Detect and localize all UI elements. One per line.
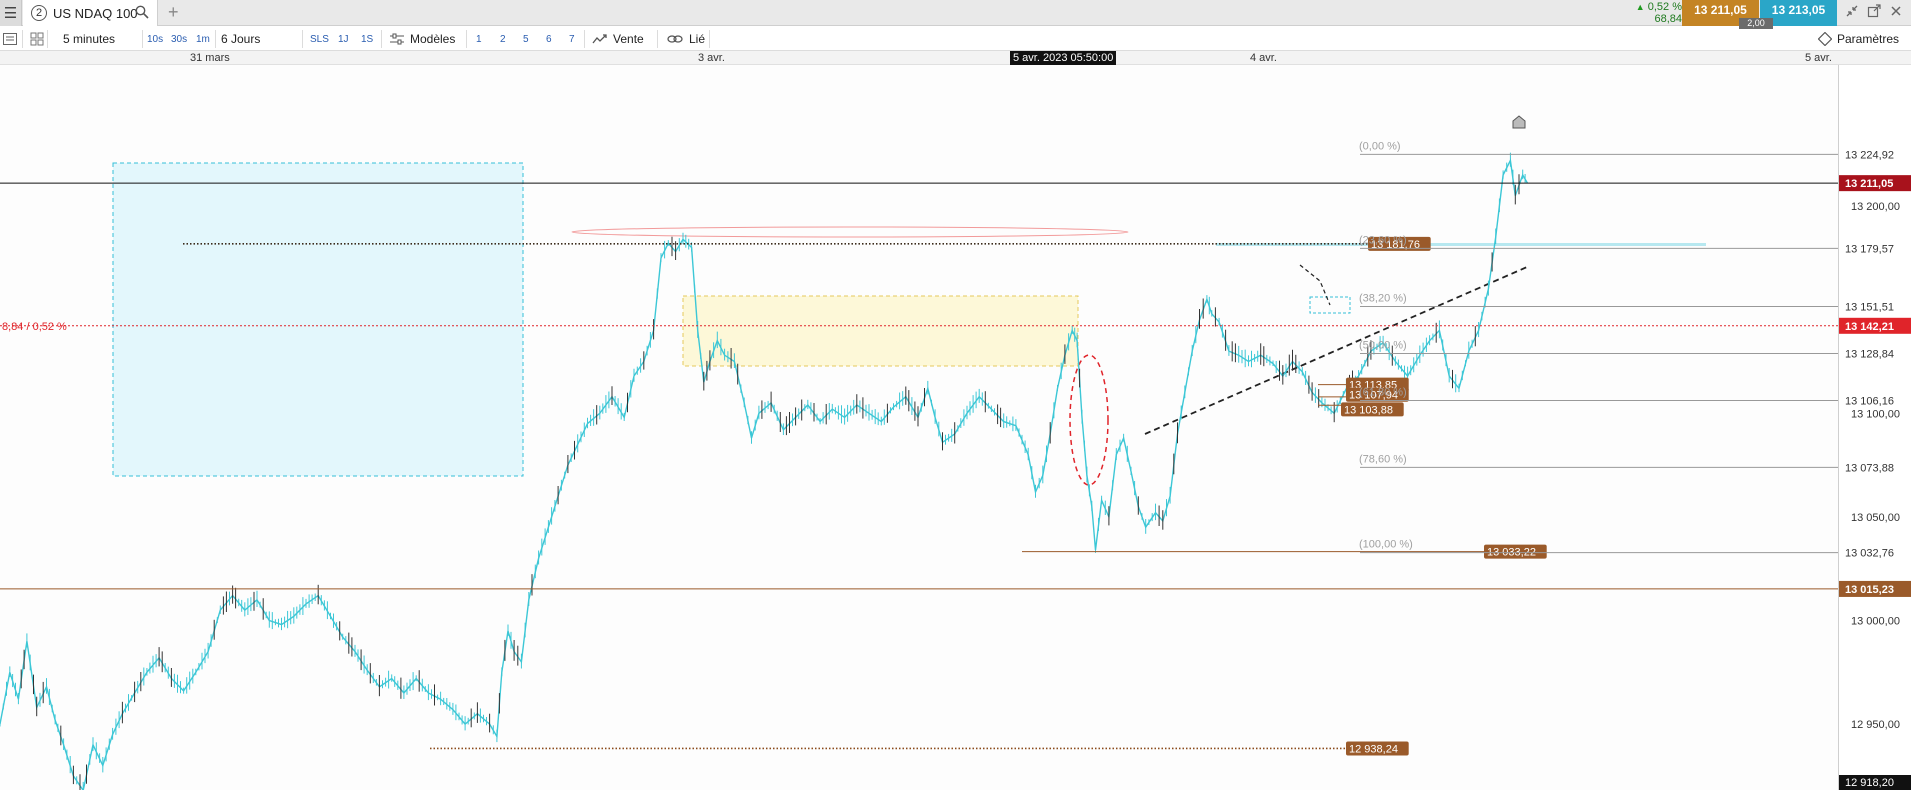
chart-area[interactable]: 8,84 / 0,52 % 13 181,76 13 033,22 12 938,24… [0, 65, 1911, 790]
fib-price-label: 13 128,84 [1845, 349, 1894, 361]
instrument-tab[interactable]: 2 US NDAQ 100 [23, 0, 158, 26]
models-label: Modèles [410, 32, 456, 46]
axis-bottom-label: 12 918,20 [1845, 777, 1894, 789]
linked-button[interactable]: Lié [667, 27, 705, 51]
period-1s[interactable]: 1S [361, 27, 373, 51]
period-sls[interactable]: SLS [310, 27, 329, 51]
model-slot-6[interactable]: 6 [546, 27, 552, 51]
models-button[interactable]: Modèles [390, 27, 455, 51]
tab-number: 2 [31, 5, 47, 21]
model-slot-7[interactable]: 7 [569, 27, 575, 51]
fib-ratio-label: (0,00 %) [1359, 140, 1401, 152]
layout-icon[interactable] [2, 27, 18, 51]
price-chart[interactable]: 8,84 / 0,52 %13 181,7613 033,2212 938,24… [0, 65, 1911, 790]
interval-select[interactable]: 5 minutes [63, 27, 115, 51]
sell-button[interactable]: Vente [592, 27, 644, 51]
top-tab-bar: ☰ 2 US NDAQ 100 + ▲ 0,52 % 68,84 13 211,… [0, 0, 1911, 29]
fib-ratio-label: (50,00 %) [1359, 340, 1407, 352]
up-arrow-icon: ▲ [1635, 2, 1645, 12]
time-label: 4 avr. [1250, 52, 1277, 64]
level-tag-13103: 13 103,88 [1344, 404, 1393, 416]
collapse-icon[interactable] [1845, 4, 1859, 18]
fib-ratio-label: (61,80 %) [1359, 387, 1407, 399]
chart-toolbar: 5 minutes 10s 30s 1m 6 Jours SLS 1J 1S M… [0, 27, 1911, 51]
period-1j[interactable]: 1J [338, 27, 349, 51]
time-label: 5 avr. [1805, 52, 1832, 64]
sell-label: Vente [613, 32, 644, 46]
support-price-tag: 13 015,23 [1845, 584, 1894, 596]
sliders-icon [390, 33, 404, 45]
prev-close-tag: 13 142,21 [1845, 321, 1894, 333]
price-axis-labels: 13 200,00 13 100,00 13 050,00 13 000,00 12 9… [1839, 149, 1911, 790]
fib-ratio-label: (78,60 %) [1359, 453, 1407, 465]
close-icon[interactable] [1889, 4, 1903, 18]
fib-price-label: 13 151,51 [1845, 302, 1894, 314]
fib-price-label: 13 224,92 [1845, 149, 1894, 161]
model-slot-5[interactable]: 5 [523, 27, 529, 51]
gear-icon [1818, 32, 1832, 46]
prev-close-label: 8,84 / 0,52 % [2, 321, 67, 333]
price-tick-label: 12 950,00 [1851, 719, 1900, 731]
fib-price-label: 13 073,88 [1845, 462, 1894, 474]
linked-label: Lié [689, 32, 706, 46]
fib-price-label: 13 106,16 [1845, 396, 1894, 408]
spread-badge: 2,00 [1739, 18, 1773, 29]
fib-price-label: 13 179,57 [1845, 243, 1894, 255]
price-tick-label: 13 100,00 [1851, 408, 1900, 420]
blue-zone-rectangle [112, 162, 524, 477]
price-tick-label: 13 050,00 [1851, 512, 1900, 524]
quote-change: ▲ 0,52 % 68,84 [1620, 1, 1682, 25]
level-tag-12938: 12 938,24 [1349, 743, 1398, 755]
fib-price-label: 13 032,76 [1845, 548, 1894, 560]
model-slot-2[interactable]: 2 [500, 27, 506, 51]
current-price-tag: 13 211,05 [1845, 178, 1893, 190]
window-controls [1845, 4, 1903, 18]
add-tab-icon[interactable]: + [168, 2, 179, 23]
model-slot-1[interactable]: 1 [476, 27, 482, 51]
interval-10s[interactable]: 10s [147, 27, 163, 51]
grid-icon[interactable] [30, 27, 44, 51]
settings-button[interactable]: Paramètres [1818, 27, 1899, 51]
cursor-time-label: 5 avr. 2023 05:50:00 [1010, 51, 1117, 65]
range-zone-rectangle [682, 295, 1079, 367]
price-tick-label: 13 000,00 [1851, 615, 1900, 627]
link-icon [667, 35, 683, 43]
interval-1m[interactable]: 1m [196, 27, 210, 51]
fib-ratio-label: (38,20 %) [1359, 293, 1407, 305]
price-axis[interactable]: 13 200,00 13 100,00 13 050,00 13 000,00 12 9… [1838, 65, 1911, 790]
tab-title: US NDAQ 100 [53, 5, 138, 21]
period-select[interactable]: 6 Jours [221, 27, 260, 51]
time-label: 31 mars [190, 52, 230, 64]
time-label: 3 avr. [698, 52, 725, 64]
search-icon[interactable] [135, 5, 149, 19]
menu-icon[interactable]: ☰ [0, 0, 22, 26]
trend-icon [592, 34, 607, 44]
fib-ratio-label: (100,00 %) [1359, 539, 1413, 551]
quote-change-pts: 68,84 [1654, 13, 1682, 25]
time-axis: 31 mars 3 avr. 5 avr. 2023 05:50:00 4 av… [0, 51, 1911, 65]
fib-ratio-label: (23,60 %) [1359, 234, 1407, 246]
popout-icon[interactable] [1867, 4, 1881, 18]
interval-30s[interactable]: 30s [171, 27, 187, 51]
settings-label: Paramètres [1837, 32, 1900, 46]
quote-change-pct: 0,52 % [1647, 1, 1682, 13]
price-tick-label: 13 200,00 [1851, 201, 1900, 213]
